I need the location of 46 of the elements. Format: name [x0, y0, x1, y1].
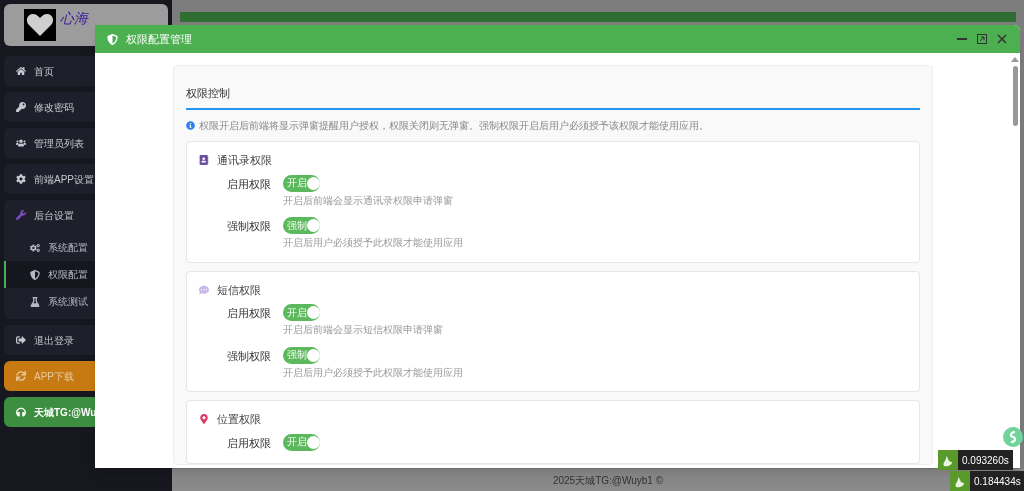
card-title: 通讯录权限 — [216, 153, 272, 168]
setting-hint: 开启后前端会显示通讯录权限申请弹窗 — [282, 194, 453, 207]
timer-text: 0.184434s — [973, 474, 1022, 489]
logout-icon — [16, 335, 26, 345]
close-icon — [996, 33, 1008, 45]
logo-text: 心海 — [60, 8, 88, 28]
footer-text: 2025天城TG:@Wuyb1 © — [552, 473, 664, 488]
setting-hint: 开启后前端会显示短信权限申请弹窗 — [282, 324, 443, 337]
setting-label: 强制权限 — [225, 219, 271, 234]
speech-bubble-icon — [198, 284, 209, 295]
modal-title: 权限配置管理 — [126, 31, 193, 47]
shield-icon — [107, 33, 118, 45]
maximize-icon — [976, 33, 988, 45]
headphones-icon — [16, 407, 26, 417]
refresh-icon — [16, 371, 26, 381]
timer-text: 0.093260s — [961, 453, 1010, 468]
map-pin-icon — [198, 414, 209, 425]
setting-hint: 开启后用户必须授予此权限才能使用应用 — [282, 366, 463, 379]
section-title: 权限控制 — [185, 87, 230, 99]
flask-icon — [30, 296, 40, 307]
submenu-item[interactable]: 系统测试 — [4, 288, 168, 315]
users-icon — [16, 138, 26, 148]
gear-icon — [16, 174, 26, 184]
setting-label: 强制权限 — [225, 348, 271, 364]
setting-label: 启用权限 — [225, 176, 271, 192]
card-title: 短信权限 — [216, 282, 261, 298]
contacts-book-icon — [198, 155, 209, 166]
key-icon — [16, 102, 26, 112]
assistant-bubble-icon[interactable] — [1003, 427, 1023, 447]
notice-text: 权限开启后前端将显示弹窗提醒用户授权，权限关闭则无弹窗。强制权限开启后用户必须授予该权限才能使用应用。 — [198, 119, 709, 133]
setting-label: 启用权限 — [225, 306, 271, 321]
gears-icon — [30, 242, 40, 253]
info-icon — [185, 121, 195, 130]
wrench-icon — [16, 210, 26, 220]
close-button[interactable] — [996, 33, 1008, 45]
scroll-up-arrow-icon[interactable] — [1011, 57, 1019, 62]
setting-hint: 开启后用户必须授予此权限才能使用应用 — [282, 237, 463, 250]
setting-label: 启用权限 — [225, 435, 271, 451]
shield-icon — [30, 269, 40, 280]
home-icon — [16, 66, 26, 76]
scrollbar-thumb[interactable] — [1012, 66, 1018, 126]
maximize-button[interactable] — [976, 33, 988, 45]
card-title: 位置权限 — [216, 412, 261, 427]
flame-logo-icon — [938, 450, 958, 470]
flame-logo-icon — [950, 471, 970, 491]
heart-logo-icon — [24, 9, 56, 41]
